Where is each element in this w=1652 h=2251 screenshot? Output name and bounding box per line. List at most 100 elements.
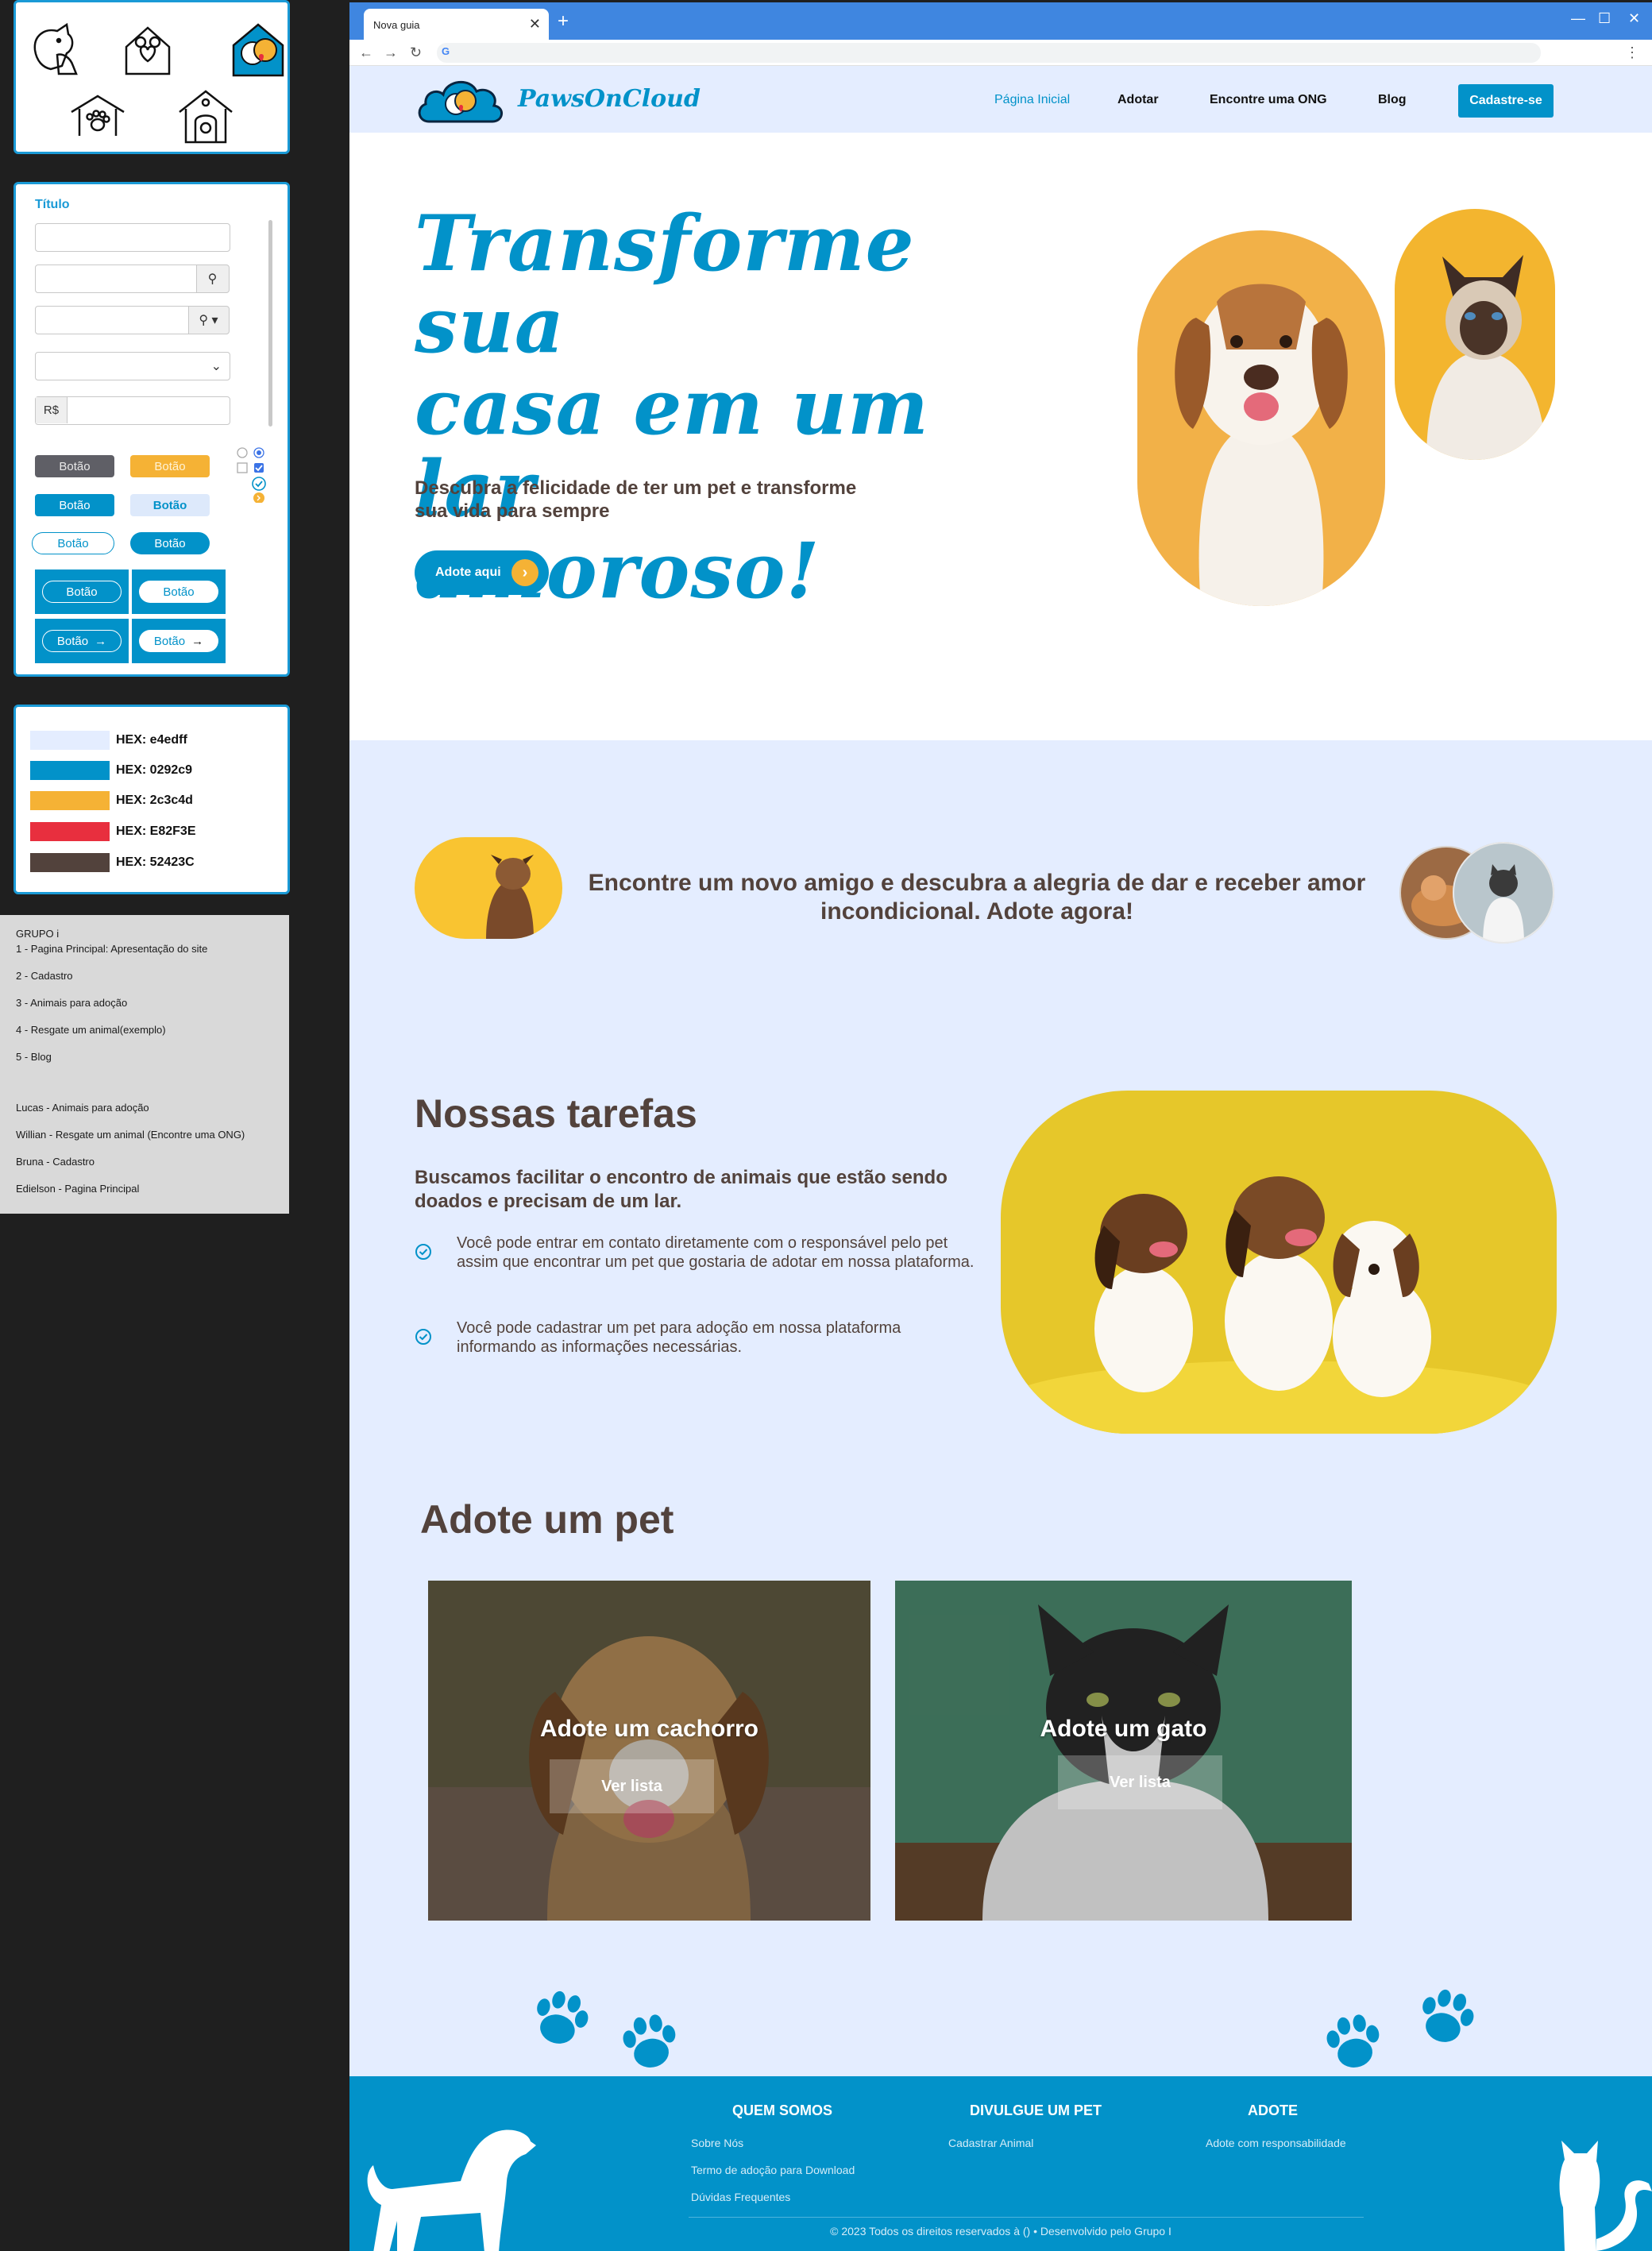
paw-icon xyxy=(623,2014,676,2068)
scrollbar[interactable] xyxy=(268,220,272,427)
paw-prints-decoration xyxy=(537,1989,1474,2068)
footer-link-register-animal[interactable]: Cadastrar Animal xyxy=(948,2137,1033,2149)
color-label-2: HEX: 0292c9 xyxy=(116,763,193,777)
icon-set-panel xyxy=(14,0,290,154)
signup-button[interactable]: Cadastre-se xyxy=(1458,84,1554,118)
form-components-panel: Título ⚲ ⚲ ▾ ⌄ R$ Botão Botão Botão Botã… xyxy=(14,182,290,677)
reload-icon[interactable]: ↻ xyxy=(410,44,422,61)
minimize-icon[interactable]: — xyxy=(1571,10,1585,27)
search-dropdown-input-demo[interactable]: ⚲ ▾ xyxy=(35,305,230,334)
logo-text[interactable]: PawsOnCloud xyxy=(518,85,701,113)
hero-title-line-1: Transforme sua xyxy=(415,199,915,370)
logo-icon[interactable] xyxy=(415,72,506,128)
adopt-here-button[interactable]: Adote aqui › xyxy=(415,550,549,595)
notes-group: GRUPO i xyxy=(16,928,60,940)
footer-link-about-us[interactable]: Sobre Nós xyxy=(691,2137,743,2149)
nav-blog[interactable]: Blog xyxy=(1378,93,1407,107)
footer-link-adoption-term[interactable]: Termo de adoção para Download xyxy=(691,2164,855,2176)
radio-checkbox-demos[interactable] xyxy=(237,447,268,503)
color-swatch-3 xyxy=(30,791,110,810)
notes-page-3: 3 - Animais para adoção xyxy=(16,997,128,1009)
site-footer: QUEM SOMOS Sobre Nós Termo de adoção par… xyxy=(349,2076,1652,2251)
search-input-demo[interactable]: ⚲ xyxy=(35,264,230,293)
button-yellow-demo[interactable]: Botão xyxy=(130,455,210,477)
chevron-down-icon: ⌄ xyxy=(210,360,222,373)
hero-subtitle: Descubra a felicidade de ter um pet e tr… xyxy=(415,477,857,522)
button-white-demo[interactable]: Botão xyxy=(139,581,218,603)
check-circle-icon xyxy=(415,1244,431,1260)
banner-text: Encontre um novo amigo e descubra a aleg… xyxy=(588,870,1366,925)
new-tab-icon[interactable]: + xyxy=(558,10,569,33)
footer-heading-about: QUEM SOMOS xyxy=(732,2102,833,2118)
browser-tab[interactable]: Nova guia ✕ xyxy=(364,9,549,40)
task-text-2: Você pode cadastrar um pet para adoção e… xyxy=(457,1319,901,1356)
house-paw-icon xyxy=(67,88,129,150)
text-input-demo[interactable] xyxy=(35,223,230,252)
house-pets-icon xyxy=(227,18,289,80)
dog-cat-icon xyxy=(27,18,89,80)
button-pill-demo[interactable]: Botão xyxy=(130,532,210,554)
nav-find-ngo[interactable]: Encontre uma ONG xyxy=(1210,93,1327,107)
footer-link-faq[interactable]: Dúvidas Frequentes xyxy=(691,2191,790,2203)
task-text-1: Você pode entrar em contato diretamente … xyxy=(457,1234,975,1271)
paw-icon xyxy=(1326,2014,1380,2068)
currency-prefix: R$ xyxy=(36,397,68,423)
adopt-here-label: Adote aqui xyxy=(435,566,501,579)
notes-page-4: 4 - Resgate um animal(exemplo) xyxy=(16,1024,166,1036)
button-outline-white-demo[interactable]: Botão xyxy=(42,581,122,603)
puppies-image xyxy=(1001,1091,1557,1434)
back-icon[interactable]: ← xyxy=(359,44,373,61)
banner-cats-image xyxy=(1399,842,1554,944)
color-label-4: HEX: E82F3E xyxy=(116,824,196,838)
maximize-icon[interactable]: ☐ xyxy=(1598,10,1611,27)
button-outline-arrow-demo[interactable]: Botão → xyxy=(42,630,122,652)
adopt-cat-title: Adote um gato xyxy=(1040,1716,1207,1742)
button-primary-demo[interactable]: Botão xyxy=(35,494,114,516)
color-label-3: HEX: 2c3c4d xyxy=(116,793,193,807)
notes-member-4: Edielson - Pagina Principal xyxy=(16,1183,140,1195)
search-icon[interactable]: ⚲ xyxy=(195,264,230,293)
button-tile-filled-arrow: Botão → xyxy=(132,619,226,663)
button-dark-demo[interactable]: Botão xyxy=(35,455,114,477)
adopt-dog-card[interactable]: Adote um cachorro Ver lista xyxy=(428,1581,870,1921)
dog-list-button[interactable]: Ver lista xyxy=(550,1759,714,1813)
search-dropdown-icon[interactable]: ⚲ ▾ xyxy=(187,305,230,334)
close-window-icon[interactable]: ✕ xyxy=(1628,10,1640,27)
footer-link-adopt-responsibly[interactable]: Adote com responsabilidade xyxy=(1206,2137,1346,2149)
currency-input-demo[interactable]: R$ xyxy=(35,396,230,425)
banner-dog-image xyxy=(415,837,562,939)
button-white-arrow-demo[interactable]: Botão → xyxy=(139,630,218,652)
adopt-title: Adote um pet xyxy=(420,1497,674,1542)
chevron-right-icon: › xyxy=(511,559,538,586)
adopt-cat-card[interactable]: Adote um gato Ver lista xyxy=(895,1581,1352,1921)
button-light-demo[interactable]: Botão xyxy=(130,494,210,516)
close-icon[interactable]: ✕ xyxy=(529,16,541,33)
cat-list-button[interactable]: Ver lista xyxy=(1058,1755,1222,1809)
color-swatch-5 xyxy=(30,853,110,872)
house-heart-icon xyxy=(117,18,179,80)
color-swatch-1 xyxy=(30,731,110,750)
paw-icon xyxy=(1422,1989,1474,2042)
color-swatch-2 xyxy=(30,761,110,780)
color-palette-panel: HEX: e4edff HEX: 0292c9 HEX: 2c3c4d HEX:… xyxy=(14,705,290,894)
notes-member-2: Willian - Resgate um animal (Encontre um… xyxy=(16,1129,245,1141)
hero-cat-image xyxy=(1395,209,1555,460)
arrow-right-icon: → xyxy=(191,634,204,648)
notes-page-2: 2 - Cadastro xyxy=(16,970,73,982)
tasks-title: Nossas tarefas xyxy=(415,1091,697,1136)
button-outline-pill-demo[interactable]: Botão xyxy=(32,532,114,554)
google-icon: G xyxy=(442,45,450,57)
footer-copyright: © 2023 Todos os direitos reservados à ()… xyxy=(830,2225,1171,2237)
footer-heading-publish: DIVULGUE UM PET xyxy=(970,2102,1102,2118)
select-demo[interactable]: ⌄ xyxy=(35,352,230,380)
check-circle-icon xyxy=(415,1329,431,1345)
project-notes: GRUPO i 1 - Pagina Principal: Apresentaç… xyxy=(0,915,289,1214)
menu-icon[interactable]: ⋮ xyxy=(1625,44,1639,61)
nav-adopt[interactable]: Adotar xyxy=(1117,93,1159,107)
form-title-label: Título xyxy=(35,198,70,211)
address-input[interactable] xyxy=(437,43,1541,63)
forward-icon[interactable]: → xyxy=(384,44,398,61)
browser-window: Nova guia ✕ + — ☐ ✕ ← → ↻ G ⋮ PawsOnClou… xyxy=(349,2,1652,2251)
nav-home[interactable]: Página Inicial xyxy=(994,93,1070,107)
cat-photo xyxy=(895,1581,1352,1921)
